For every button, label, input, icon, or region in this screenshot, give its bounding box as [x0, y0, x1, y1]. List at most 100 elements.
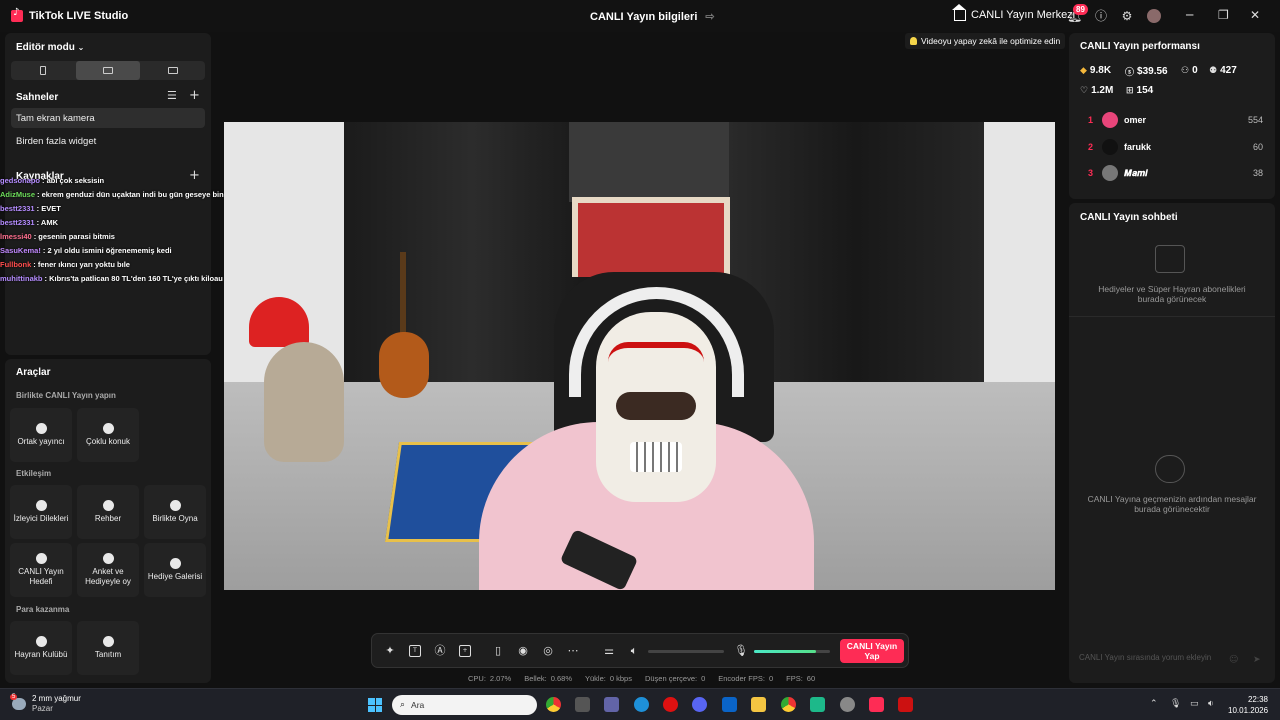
weather-widget[interactable]: 5 2 mm yağmur Pazar — [10, 694, 81, 714]
microphone-icon[interactable]: 🎙︎ — [734, 645, 748, 657]
landscape-mode-button[interactable] — [75, 61, 141, 80]
chevron-up-icon[interactable]: ⌃ — [1150, 699, 1158, 709]
guide-tool[interactable]: Rehber — [77, 485, 139, 539]
record-icon[interactable]: ◉ — [517, 645, 529, 657]
camera-preview[interactable] — [224, 122, 1055, 590]
share-icon[interactable]: ⇨ — [705, 10, 714, 23]
live-performance-panel: CANLI Yayın performansı ◆ 9.8K ⓢ $39.56 ⚇ 0… — [1069, 33, 1275, 199]
messages-empty-text: CANLI Yayına geçmenizin ardından mesajla… — [1087, 494, 1257, 514]
scene-item[interactable]: Tam ekran kamera — [11, 108, 205, 128]
stat-value: 60 — [806, 674, 816, 683]
ranking-row[interactable]: 2 farukk 60 — [1069, 139, 1275, 157]
chat-text: : ekrem genduzi dün uçaktan indi bu gün … — [37, 190, 231, 199]
likes-metric: ♡ 1.2M — [1080, 85, 1113, 96]
volume-slider[interactable] — [648, 650, 724, 653]
live-center-button[interactable]: CANLI Yayın Merkezi — [952, 3, 1075, 21]
list-icon[interactable]: ☰ — [167, 89, 177, 102]
folder-icon[interactable] — [751, 697, 766, 712]
profile-avatar[interactable] — [1147, 9, 1161, 23]
go-live-button[interactable]: CANLI Yayın Yap — [840, 639, 904, 663]
poll-tool[interactable]: Anket ve Hediyeyle oy — [77, 543, 139, 597]
chat-text: : Kıbrıs'ta patlican 80 TL'den 160 TL'ye… — [44, 274, 223, 283]
settings-sliders-icon[interactable]: ⚌ — [603, 645, 615, 657]
camera-capture-icon[interactable]: ◎ — [542, 645, 554, 657]
gift-gallery-tool[interactable]: Hediye Galerisi — [144, 543, 206, 597]
stat-label: Düşen çerçeve: — [644, 674, 698, 683]
gift-icon — [169, 558, 181, 569]
orientation-switch — [11, 61, 205, 80]
close-button[interactable]: ✕ — [1250, 8, 1260, 22]
metric-value: $39.56 — [1137, 66, 1168, 77]
joystick-icon — [169, 500, 181, 511]
app-title: TikTok LIVE Studio — [29, 10, 129, 22]
stat-item: Düşen çerçeve: 0 — [645, 674, 705, 683]
notification-badge: 89 — [1073, 4, 1088, 15]
app-icon[interactable] — [840, 697, 855, 712]
chat-message: AdizMuse: ekrem genduzi dün uçaktan indi… — [0, 188, 240, 202]
volume-icon[interactable]: 🔉︎ — [1208, 699, 1214, 709]
chat-message: muhittinakb: Kıbrıs'ta patlican 80 TL'de… — [0, 272, 240, 286]
emoji-icon[interactable]: ☺ — [1229, 655, 1238, 665]
scene-item[interactable]: Birden fazla widget — [11, 131, 205, 151]
speaker-icon[interactable]: 🔈︎ — [628, 645, 640, 657]
chat-text: : abi çok seksisin — [42, 176, 105, 185]
add-media-icon[interactable]: + — [459, 645, 471, 657]
comment-input[interactable]: CANLI Yayın sırasında yorum ekleyin — [1079, 653, 1211, 662]
opera-icon[interactable] — [663, 697, 678, 712]
chat-message: SasuKema!: 2 yıl oldu ismini öğrenememiş… — [0, 244, 240, 258]
youtube-icon[interactable] — [898, 697, 913, 712]
chrome-icon[interactable] — [546, 697, 561, 712]
ranking-row[interactable]: 1 omer 554 — [1069, 112, 1275, 130]
more-icon[interactable]: ⋯ — [567, 645, 579, 657]
ranking-row[interactable]: 3 𝑴𝒂𝒎𝒊 38 — [1069, 165, 1275, 183]
portrait-mode-button[interactable] — [11, 61, 76, 80]
live-info-button[interactable]: CANLI Yayın bilgileri ⇨ — [590, 10, 715, 24]
send-icon[interactable]: ➤ — [1253, 655, 1261, 665]
promote-tool[interactable]: Tanıtım — [77, 621, 139, 675]
phone-icon[interactable]: ▯ — [492, 645, 504, 657]
display-icon[interactable]: ▭ — [1190, 699, 1199, 709]
viewers-metric: ⚇ 0 — [1181, 65, 1198, 76]
store-icon[interactable] — [575, 697, 590, 712]
add-scene-button[interactable]: + — [189, 88, 200, 103]
magic-wand-icon[interactable]: ✦ — [384, 645, 396, 657]
co-host-tool[interactable]: Ortak yayıncı — [10, 408, 72, 462]
maximize-button[interactable]: ❐ — [1218, 8, 1229, 22]
rank-number: 2 — [1088, 142, 1094, 152]
avatar — [1102, 139, 1118, 155]
live-goal-tool[interactable]: CANLI Yayın Hedefi — [10, 543, 72, 597]
stat-value: 0.68% — [550, 674, 572, 683]
tiktok-icon[interactable] — [869, 697, 884, 712]
microphone-icon[interactable]: 🎙︎ — [1170, 699, 1181, 709]
app-icon[interactable] — [810, 697, 825, 712]
teams-icon[interactable] — [604, 697, 619, 712]
chrome-icon[interactable] — [781, 697, 796, 712]
mail-icon[interactable] — [722, 697, 737, 712]
gear-icon[interactable]: ⚙ — [1120, 9, 1134, 23]
rank-name: farukk — [1124, 142, 1152, 152]
minimize-button[interactable]: ─ — [1186, 8, 1193, 22]
taskbar-search[interactable]: ⌕ Ara — [392, 695, 537, 715]
windows-start-button[interactable] — [368, 698, 382, 712]
rotate-icon — [167, 67, 178, 74]
phone-icon — [40, 66, 47, 75]
multi-guest-tool[interactable]: Çoklu konuk — [77, 408, 139, 462]
text-icon[interactable]: T — [409, 645, 421, 657]
tool-label: Rehber — [94, 514, 122, 523]
system-clock[interactable]: 22:38 10.01.2026 — [1228, 694, 1268, 716]
editor-mode-dropdown[interactable]: Editör modu ⌄ — [16, 42, 84, 53]
edge-icon[interactable] — [634, 697, 649, 712]
help-icon[interactable]: ⓘ — [1094, 9, 1108, 23]
fan-club-tool[interactable]: Hayran Kulübü — [10, 621, 72, 675]
stat-value: 2.07% — [489, 674, 512, 683]
dual-mode-button[interactable] — [140, 61, 205, 80]
mic-level-slider[interactable] — [754, 650, 830, 653]
flame-icon — [102, 636, 114, 647]
play-together-tool[interactable]: Birlikte Oyna — [144, 485, 206, 539]
rain-cloud-icon: 5 — [10, 694, 26, 710]
ai-optimize-button[interactable]: Videoyu yapay zekâ ile optimize edin — [905, 33, 1066, 49]
stat-item: CPU: 2.07% — [468, 674, 511, 683]
discord-icon[interactable] — [692, 697, 707, 712]
viewer-requests-tool[interactable]: İzleyici Dilekleri — [10, 485, 72, 539]
ai-icon[interactable]: Ⓐ — [434, 645, 446, 657]
